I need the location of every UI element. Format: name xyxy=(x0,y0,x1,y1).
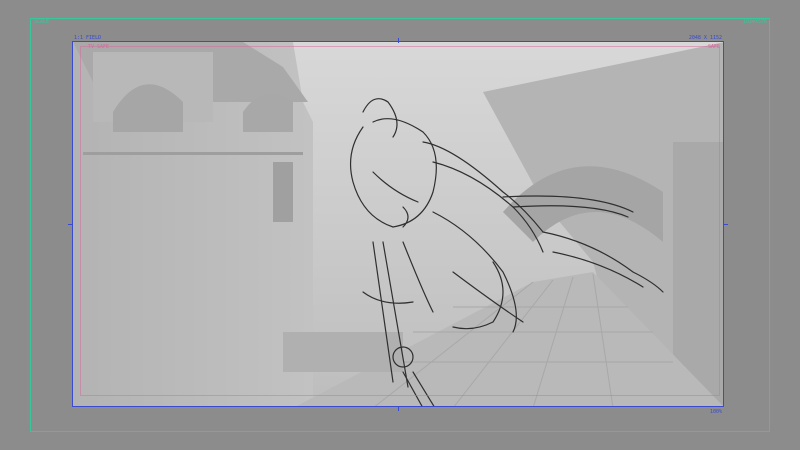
safe-label: SAFE xyxy=(707,44,720,50)
storyboard-stage: SCALE 1024X576 1:1 FIELD 2048 X 1152 TV … xyxy=(0,0,800,450)
field-size-label: 2048 X 1152 xyxy=(688,35,722,41)
field-label: 1:1 FIELD xyxy=(74,35,102,41)
center-tick-left xyxy=(68,224,73,225)
center-tick-top xyxy=(398,38,399,43)
scale-label: SCALE xyxy=(34,19,50,25)
center-tick-bottom xyxy=(398,406,399,411)
resolution-label: 1024X576 xyxy=(742,19,767,25)
title-safe-guide xyxy=(80,46,720,396)
center-tick-right xyxy=(723,224,728,225)
zoom-label: 100% xyxy=(709,409,722,415)
tv-safe-label: TV SAFE xyxy=(88,44,110,50)
